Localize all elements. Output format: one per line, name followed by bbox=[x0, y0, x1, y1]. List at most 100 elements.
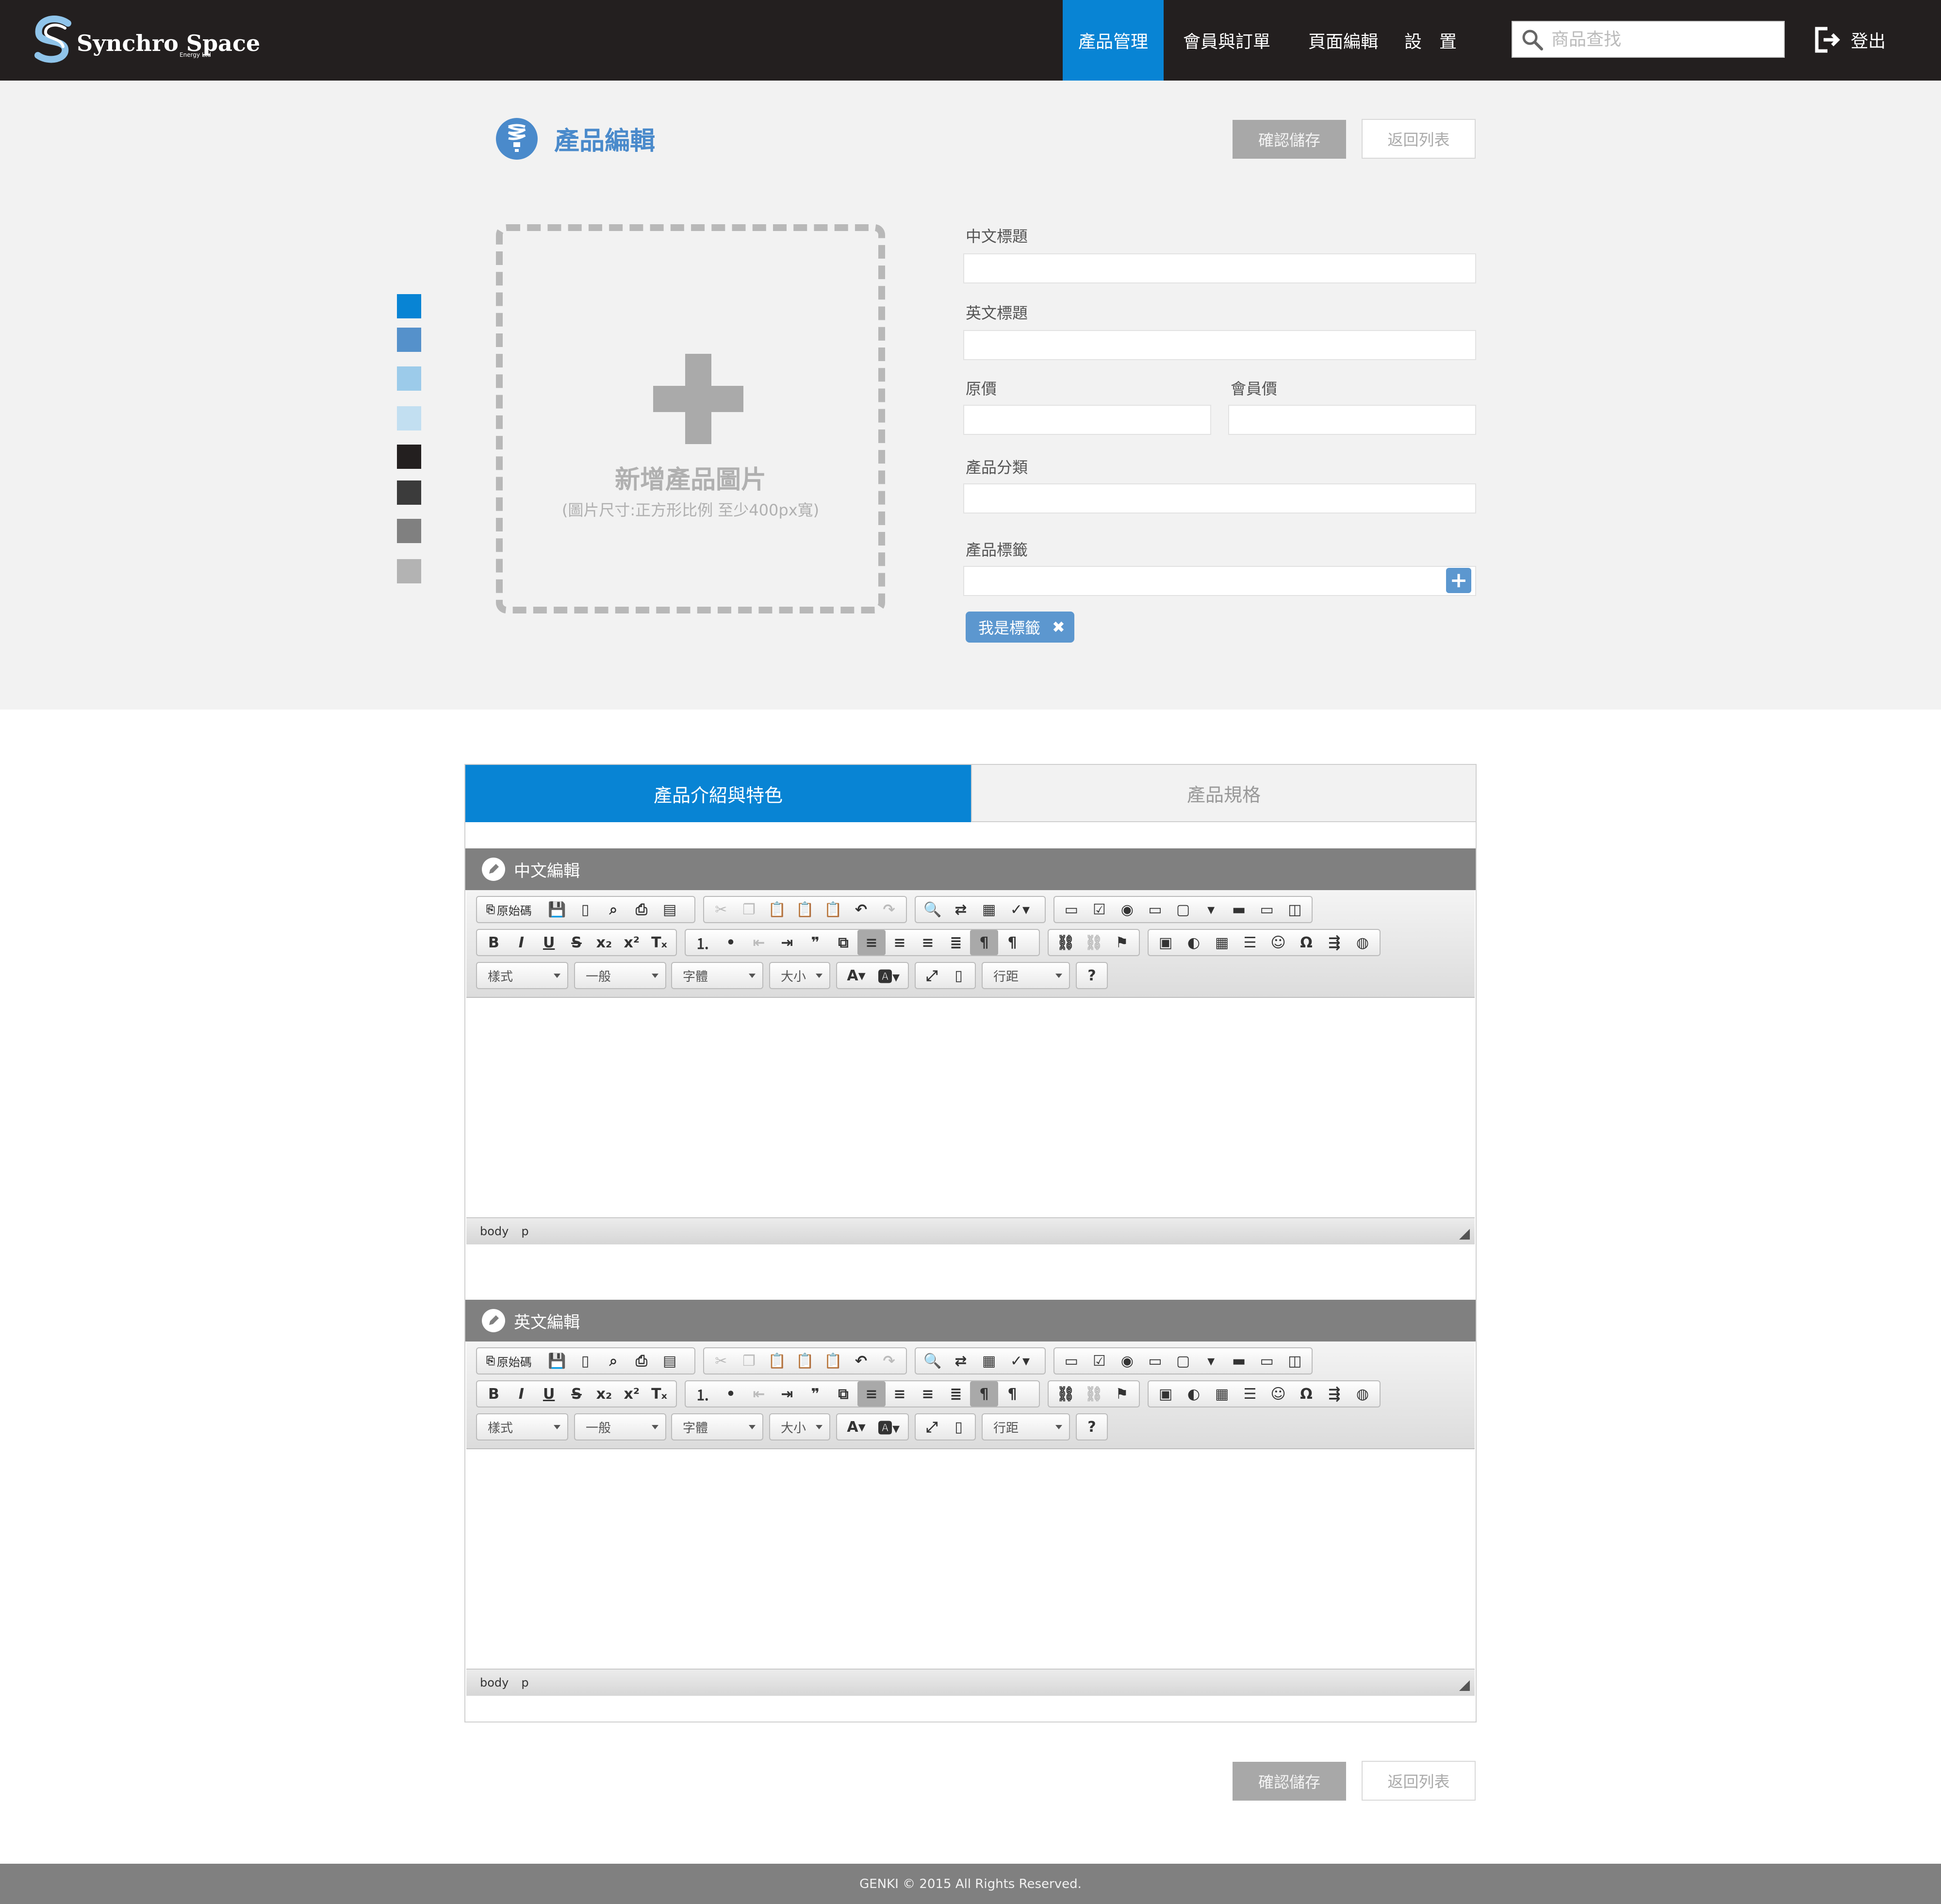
checkbox-icon[interactable]: ☑ bbox=[1086, 1348, 1114, 1374]
select-all-icon[interactable]: ▦ bbox=[975, 897, 1003, 922]
paste-icon[interactable]: 📋 bbox=[763, 897, 791, 922]
redo-icon[interactable]: ↷ bbox=[875, 897, 903, 922]
select-all-icon[interactable]: ▦ bbox=[975, 1348, 1003, 1374]
show-blocks-icon[interactable]: ▯ bbox=[945, 963, 972, 988]
original-price-input[interactable] bbox=[964, 406, 1210, 434]
ltr-icon[interactable]: ¶ bbox=[970, 930, 998, 955]
div-container-icon[interactable]: ⧉ bbox=[829, 1381, 857, 1407]
image-button-icon[interactable]: ▭ bbox=[1253, 897, 1281, 922]
back-to-list-button-bottom[interactable]: 返回列表 bbox=[1362, 1761, 1476, 1801]
underline-icon[interactable]: U bbox=[535, 930, 563, 955]
replace-icon[interactable]: ⇄ bbox=[947, 1348, 975, 1374]
remove-format-icon[interactable]: Tₓ bbox=[645, 1381, 673, 1407]
justify-icon[interactable]: ≣ bbox=[942, 1381, 970, 1407]
subscript-icon[interactable]: x₂ bbox=[590, 930, 618, 955]
cut-icon[interactable]: ✂ bbox=[707, 1348, 735, 1374]
rtl-icon[interactable]: ¶ bbox=[998, 1381, 1026, 1407]
anchor-flag-icon[interactable]: ⚑ bbox=[1108, 1381, 1136, 1407]
category-field[interactable] bbox=[963, 483, 1476, 513]
size-dropdown[interactable]: 大小 bbox=[769, 962, 830, 989]
blockquote-icon[interactable]: ❞ bbox=[801, 930, 829, 955]
nav-item-page-edit[interactable]: 頁面編輯 bbox=[1290, 0, 1397, 81]
div-container-icon[interactable]: ⧉ bbox=[829, 930, 857, 955]
radio-icon[interactable]: ◉ bbox=[1113, 897, 1141, 922]
status-path-body[interactable]: body bbox=[480, 1676, 509, 1689]
italic-icon[interactable]: I bbox=[508, 1381, 535, 1407]
status-path-body[interactable]: body bbox=[480, 1225, 509, 1238]
nav-item-members-orders[interactable]: 會員與訂單 bbox=[1164, 0, 1290, 81]
hidden-field-icon[interactable]: ◫ bbox=[1281, 897, 1309, 922]
tab-specifications[interactable]: 產品規格 bbox=[971, 765, 1476, 822]
en-editor-content[interactable] bbox=[466, 1449, 1475, 1669]
search-icon[interactable] bbox=[1521, 29, 1544, 51]
en-title-input[interactable] bbox=[964, 331, 1475, 359]
underline-icon[interactable]: U bbox=[535, 1381, 563, 1407]
copy-icon[interactable]: ❐ bbox=[735, 897, 763, 922]
zh-editor-content[interactable] bbox=[466, 998, 1475, 1217]
save-doc-icon[interactable]: 💾 bbox=[543, 897, 571, 922]
align-center-icon[interactable]: ≡ bbox=[886, 930, 914, 955]
link-icon[interactable]: ⛓ bbox=[1052, 930, 1080, 955]
logout-button[interactable]: 登出 bbox=[1813, 21, 1886, 58]
special-char-icon[interactable]: Ω bbox=[1292, 1381, 1320, 1407]
paste-icon[interactable]: 📋 bbox=[763, 1348, 791, 1374]
image-upload-dropzone[interactable]: 新增產品圖片 (圖片尺寸:正方形比例 至少400px寬) bbox=[496, 224, 885, 613]
link-icon[interactable]: ⛓ bbox=[1052, 1381, 1080, 1407]
select-field-icon[interactable]: ▾ bbox=[1197, 1348, 1225, 1374]
resize-grip-icon[interactable] bbox=[1459, 1680, 1470, 1691]
source-button[interactable]: ⎘ 原始碼 bbox=[480, 897, 543, 922]
align-right-icon[interactable]: ≡ bbox=[914, 930, 942, 955]
outdent-icon[interactable]: ⇤ bbox=[745, 930, 773, 955]
image-button-icon[interactable]: ▭ bbox=[1253, 1348, 1281, 1374]
print-icon[interactable]: ⎙ bbox=[627, 1348, 656, 1374]
line-height-dropdown[interactable]: 行距 bbox=[982, 1413, 1070, 1440]
text-color-icon[interactable]: A▾ bbox=[840, 963, 872, 988]
undo-icon[interactable]: ↶ bbox=[847, 1348, 875, 1374]
spellcheck-icon[interactable]: ✓▾ bbox=[1003, 897, 1037, 922]
bold-icon[interactable]: B bbox=[480, 930, 508, 955]
form-icon[interactable]: ▭ bbox=[1057, 897, 1086, 922]
unlink-icon[interactable]: ⛓ bbox=[1080, 1381, 1108, 1407]
radio-icon[interactable]: ◉ bbox=[1113, 1348, 1141, 1374]
print-icon[interactable]: ⎙ bbox=[627, 897, 656, 922]
hidden-field-icon[interactable]: ◫ bbox=[1281, 1348, 1309, 1374]
redo-icon[interactable]: ↷ bbox=[875, 1348, 903, 1374]
bg-color-icon[interactable]: 🅰▾ bbox=[872, 963, 905, 988]
indent-icon[interactable]: ⇥ bbox=[773, 1381, 801, 1407]
maximize-icon[interactable]: ⤢ bbox=[919, 1414, 945, 1440]
align-right-icon[interactable]: ≡ bbox=[914, 1381, 942, 1407]
iframe-globe-icon[interactable]: ◍ bbox=[1349, 1381, 1377, 1407]
strikethrough-icon[interactable]: S bbox=[563, 930, 591, 955]
help-button[interactable]: ? bbox=[1081, 963, 1102, 988]
font-dropdown[interactable]: 字體 bbox=[671, 1413, 763, 1440]
textfield-icon[interactable]: ▭ bbox=[1141, 1348, 1169, 1374]
maximize-icon[interactable]: ⤢ bbox=[919, 963, 945, 988]
horizontal-rule-icon[interactable]: ☰ bbox=[1236, 930, 1264, 955]
zh-title-field[interactable] bbox=[963, 253, 1476, 283]
anchor-flag-icon[interactable]: ⚑ bbox=[1108, 930, 1136, 955]
add-tag-button[interactable]: + bbox=[1446, 568, 1471, 593]
superscript-icon[interactable]: x² bbox=[618, 930, 645, 955]
smiley-icon[interactable]: ☺ bbox=[1264, 930, 1292, 955]
tags-input[interactable] bbox=[964, 567, 1475, 595]
cut-icon[interactable]: ✂ bbox=[707, 897, 735, 922]
status-path-p[interactable]: p bbox=[521, 1676, 528, 1689]
numbered-list-icon[interactable]: ⒈ bbox=[689, 930, 717, 955]
iframe-globe-icon[interactable]: ◍ bbox=[1349, 930, 1377, 955]
indent-icon[interactable]: ⇥ bbox=[773, 930, 801, 955]
page-break-icon[interactable]: ⇶ bbox=[1320, 1381, 1349, 1407]
smiley-icon[interactable]: ☺ bbox=[1264, 1381, 1292, 1407]
image-icon[interactable]: ▣ bbox=[1151, 930, 1180, 955]
help-button[interactable]: ? bbox=[1081, 1414, 1102, 1440]
new-page-icon[interactable]: ▯ bbox=[571, 1348, 599, 1374]
align-center-icon[interactable]: ≡ bbox=[886, 1381, 914, 1407]
copy-icon[interactable]: ❐ bbox=[735, 1348, 763, 1374]
textarea-icon[interactable]: ▢ bbox=[1169, 1348, 1197, 1374]
button-field-icon[interactable]: ▬ bbox=[1225, 1348, 1253, 1374]
format-dropdown[interactable]: 一般 bbox=[574, 962, 666, 989]
tab-intro-features[interactable]: 產品介紹與特色 bbox=[465, 765, 971, 822]
bulleted-list-icon[interactable]: • bbox=[717, 930, 745, 955]
status-path-p[interactable]: p bbox=[521, 1225, 528, 1238]
table-icon[interactable]: ▦ bbox=[1208, 930, 1236, 955]
bold-icon[interactable]: B bbox=[480, 1381, 508, 1407]
